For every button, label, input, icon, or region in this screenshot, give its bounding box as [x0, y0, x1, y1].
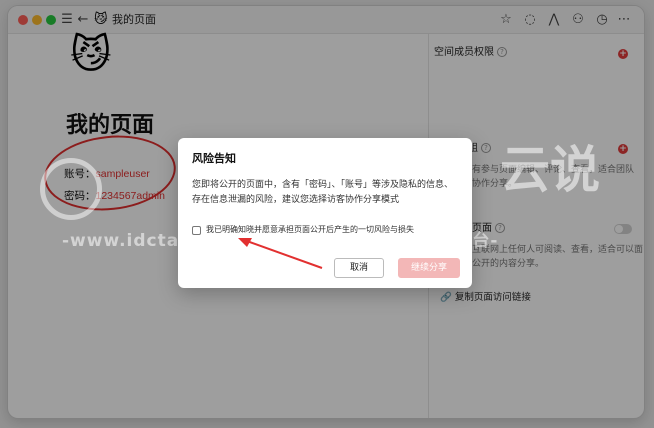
- dialog-body: 您即将公开的页面中，含有「密码」、「账号」等涉及隐私的信息、存在信息泄漏的风险，…: [192, 180, 454, 205]
- risk-notice-dialog: 风险告知 您即将公开的页面中，含有「密码」、「账号」等涉及隐私的信息、存在信息泄…: [178, 138, 472, 288]
- continue-share-button[interactable]: 继续分享: [398, 258, 460, 278]
- dialog-title: 风险告知: [192, 152, 236, 165]
- cancel-button[interactable]: 取消: [334, 258, 384, 278]
- acknowledge-label[interactable]: 我已明确知晓并愿意承担页面公开后产生的一切风险与损失: [206, 224, 414, 236]
- acknowledge-checkbox[interactable]: [192, 226, 201, 235]
